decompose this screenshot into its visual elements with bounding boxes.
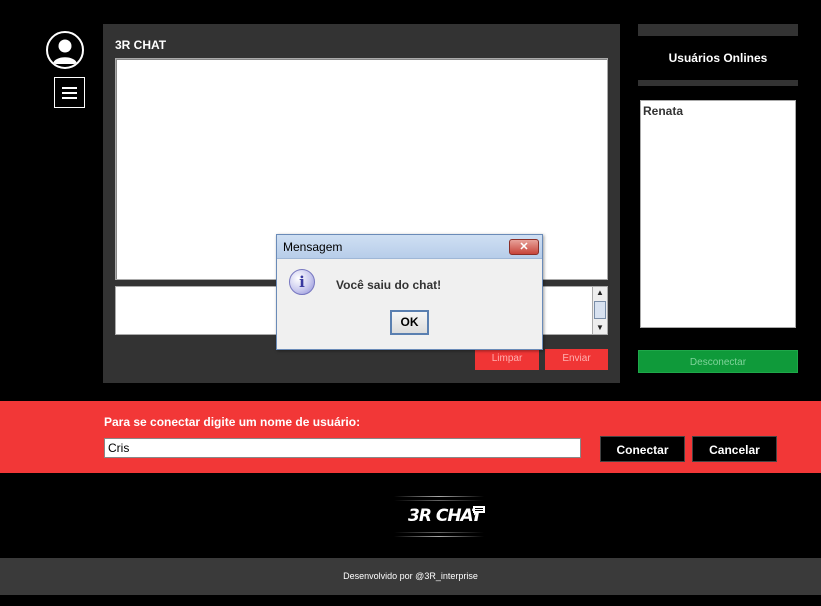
- dialog-titlebar[interactable]: Mensagem ✕: [277, 235, 542, 259]
- users-panel-top: [638, 24, 798, 36]
- dialog-title: Mensagem: [283, 240, 343, 254]
- clear-button[interactable]: Limpar: [475, 349, 539, 370]
- users-panel-divider: [638, 80, 798, 86]
- hamburger-menu-icon[interactable]: [54, 77, 85, 108]
- logo-text: 3R CHAT: [408, 506, 483, 526]
- users-online-list[interactable]: Renata: [640, 100, 796, 328]
- close-icon[interactable]: ✕: [509, 239, 539, 255]
- message-dialog: Mensagem ✕ i Você saiu do chat! OK: [276, 234, 543, 350]
- user-silhouette-icon: [53, 39, 77, 64]
- list-item[interactable]: Renata: [643, 104, 793, 118]
- chat-title: 3R CHAT: [115, 38, 167, 52]
- app-logo: 3R CHAT: [388, 494, 492, 538]
- scroll-up-icon[interactable]: ▲: [595, 288, 605, 298]
- scroll-down-icon[interactable]: ▼: [595, 323, 605, 333]
- footer-credit: Desenvolvido por @3R_interprise: [0, 558, 821, 595]
- info-icon: i: [289, 269, 315, 295]
- connect-button[interactable]: Conectar: [600, 436, 685, 462]
- scroll-thumb[interactable]: [594, 301, 606, 319]
- users-online-header: Usuários Onlines: [638, 36, 798, 80]
- send-button[interactable]: Enviar: [545, 349, 608, 370]
- chat-bubble-icon: [473, 506, 485, 516]
- ok-button[interactable]: OK: [390, 310, 429, 335]
- username-input[interactable]: [104, 438, 581, 458]
- message-input-scrollbar[interactable]: ▲ ▼: [592, 286, 608, 335]
- cancel-button[interactable]: Cancelar: [692, 436, 777, 462]
- dialog-message: Você saiu do chat!: [336, 278, 442, 292]
- user-avatar-icon[interactable]: [46, 31, 84, 69]
- disconnect-button[interactable]: Desconectar: [638, 350, 798, 373]
- connect-prompt: Para se conectar digite um nome de usuár…: [104, 415, 361, 429]
